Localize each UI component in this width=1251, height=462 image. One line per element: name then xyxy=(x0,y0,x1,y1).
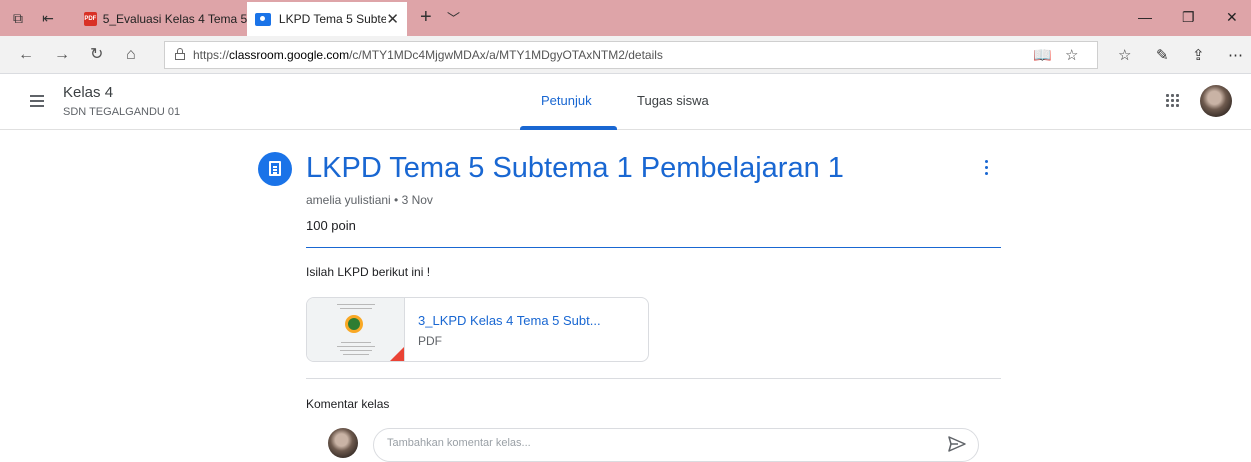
comment-input[interactable] xyxy=(387,437,927,449)
attachment-thumbnail xyxy=(307,298,405,361)
tab-petunjuk[interactable]: Petunjuk xyxy=(541,93,592,108)
browser-tab-evaluasi[interactable]: PDF 5_Evaluasi Kelas 4 Tema 5 Sı xyxy=(82,2,247,36)
assignment-meta: amelia yulistiani • 3 Nov xyxy=(306,193,433,207)
more-icon[interactable]: ⋯ xyxy=(1228,46,1243,64)
comment-box xyxy=(373,428,979,462)
attachment-card[interactable]: 3_LKPD Kelas 4 Tema 5 Subt... PDF xyxy=(306,297,649,362)
class-comments-title: Komentar kelas xyxy=(306,397,390,411)
lock-icon xyxy=(175,48,185,60)
restore-icon[interactable]: ❐ xyxy=(1182,9,1195,26)
more-options-icon[interactable] xyxy=(985,160,989,178)
tab-tugas-siswa[interactable]: Tugas siswa xyxy=(637,93,709,108)
attachment-name[interactable]: 3_LKPD Kelas 4 Tema 5 Subt... xyxy=(418,313,601,328)
back-icon[interactable]: ← xyxy=(18,46,34,64)
close-tab-icon[interactable]: ✕ xyxy=(386,10,399,28)
browser-tab-lkpd[interactable]: LKPD Tema 5 Subtema ✕ xyxy=(247,2,407,36)
tab-manager-icon[interactable]: ⧉ xyxy=(10,10,26,26)
home-icon[interactable]: ⌂ xyxy=(126,46,136,64)
new-tab-icon[interactable]: + xyxy=(420,6,432,29)
google-apps-icon[interactable] xyxy=(1166,94,1180,108)
minimize-icon[interactable]: — xyxy=(1138,9,1152,25)
assignment-title: LKPD Tema 5 Subtema 1 Pembelajaran 1 xyxy=(306,152,844,184)
favorite-star-icon[interactable]: ☆ xyxy=(1065,46,1078,64)
chevron-down-icon[interactable]: ﹀ xyxy=(447,8,460,27)
user-avatar xyxy=(328,428,358,458)
set-aside-tabs-icon[interactable]: ⇤ xyxy=(40,10,56,26)
attachment-type: PDF xyxy=(418,334,442,348)
url-text: https://classroom.google.com/c/MTY1MDc4M… xyxy=(193,48,663,62)
classroom-icon xyxy=(255,12,271,26)
active-tab-indicator xyxy=(520,126,617,130)
pdf-corner-icon xyxy=(388,347,404,361)
url-field[interactable]: https://classroom.google.com/c/MTY1MDc4M… xyxy=(164,41,1098,69)
close-window-icon[interactable]: ✕ xyxy=(1226,9,1238,26)
tab-title: LKPD Tema 5 Subtema xyxy=(278,12,387,26)
class-name[interactable]: Kelas 4 xyxy=(63,84,113,101)
favorites-list-icon[interactable]: ☆ xyxy=(1118,46,1131,64)
classroom-header: Kelas 4 SDN TEGALGANDU 01 Petunjuk Tugas… xyxy=(0,74,1251,130)
refresh-icon[interactable]: ↻ xyxy=(90,46,103,64)
assignment-points: 100 poin xyxy=(306,218,356,233)
share-icon[interactable]: ⇪ xyxy=(1192,46,1205,64)
class-section: SDN TEGALGANDU 01 xyxy=(63,106,181,118)
divider xyxy=(306,378,1001,379)
menu-icon[interactable] xyxy=(30,95,44,107)
address-bar: ← → ↻ ⌂ https://classroom.google.com/c/M… xyxy=(0,36,1251,74)
assignment-instructions: Isilah LKPD berikut ini ! xyxy=(306,265,431,279)
account-avatar[interactable] xyxy=(1200,85,1232,117)
reading-view-icon[interactable]: 📖 xyxy=(1033,46,1052,64)
pdf-icon: PDF xyxy=(84,12,97,26)
assignment-icon xyxy=(258,152,292,186)
pen-icon[interactable]: ✎ xyxy=(1156,46,1169,64)
browser-tab-bar: ⧉ ⇤ PDF 5_Evaluasi Kelas 4 Tema 5 Sı LKP… xyxy=(0,0,1251,36)
school-emblem-icon xyxy=(345,315,363,333)
send-icon[interactable] xyxy=(948,436,966,452)
forward-icon[interactable]: → xyxy=(54,46,70,64)
tab-title: 5_Evaluasi Kelas 4 Tema 5 Sı xyxy=(102,12,247,26)
divider xyxy=(306,247,1001,248)
